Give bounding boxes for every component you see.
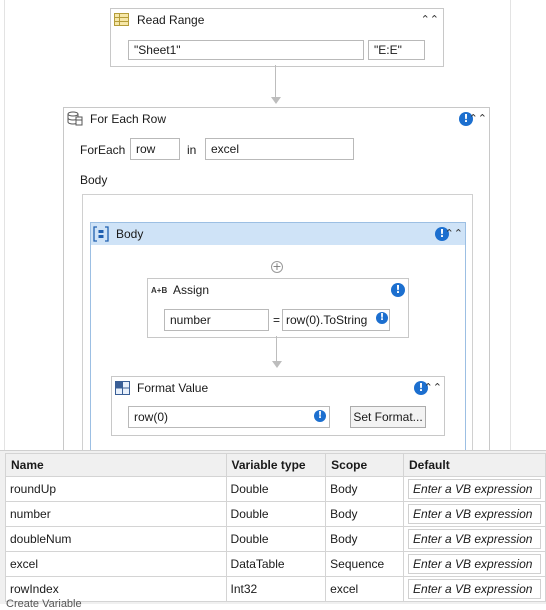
foreach-item-input[interactable]: row bbox=[130, 138, 180, 160]
collapse-icon[interactable]: ⌃⌃ bbox=[445, 228, 463, 240]
format-value-title: Format Value bbox=[137, 381, 209, 395]
datatable-icon bbox=[67, 111, 83, 126]
variable-type-cell[interactable]: DataTable bbox=[225, 551, 327, 577]
body-sequence-header[interactable]: Body ! ⌃⌃ bbox=[91, 223, 465, 245]
table-row[interactable]: excel DataTable Sequence Enter a VB expr… bbox=[5, 551, 546, 577]
format-value-activity[interactable]: Format Value ! ⌃⌃ row(0) ! Set Format... bbox=[111, 376, 445, 436]
connector-arrow bbox=[271, 97, 281, 104]
assign-header[interactable]: A+B Assign ! bbox=[148, 279, 408, 301]
default-expression-input[interactable]: Enter a VB expression bbox=[408, 579, 541, 599]
default-expression-input[interactable]: Enter a VB expression bbox=[408, 479, 541, 499]
variable-scope-cell[interactable]: excel bbox=[325, 576, 405, 602]
variable-default-cell[interactable]: Enter a VB expression bbox=[403, 576, 546, 602]
column-header-name[interactable]: Name bbox=[5, 453, 227, 477]
body-sequence-activity[interactable]: Body ! ⌃⌃ + A+B Assign ! number = row(0)… bbox=[90, 222, 466, 450]
collapse-icon[interactable]: ⌃⌃ bbox=[469, 113, 487, 125]
workflow-designer-canvas: Read Range ⌃⌃ "Sheet1" "E:E" For Each Ro… bbox=[0, 0, 546, 450]
connector-arrow bbox=[272, 361, 282, 368]
variable-scope-cell[interactable]: Body bbox=[325, 476, 405, 502]
sheet-name-input[interactable]: "Sheet1" bbox=[128, 40, 364, 60]
set-format-button[interactable]: Set Format... bbox=[350, 406, 426, 428]
foreach-collection-input[interactable]: excel bbox=[205, 138, 354, 160]
default-expression-input[interactable]: Enter a VB expression bbox=[408, 504, 541, 524]
variables-header-row: Name Variable type Scope Default bbox=[5, 453, 546, 477]
variable-type-cell[interactable]: Double bbox=[225, 501, 327, 527]
variable-default-cell[interactable]: Enter a VB expression bbox=[403, 526, 546, 552]
variable-default-cell[interactable]: Enter a VB expression bbox=[403, 476, 546, 502]
add-activity-icon[interactable]: + bbox=[271, 261, 283, 273]
in-label: in bbox=[187, 143, 197, 157]
default-expression-input[interactable]: Enter a VB expression bbox=[408, 554, 541, 574]
collapse-icon[interactable]: ⌃⌃ bbox=[421, 14, 439, 26]
variables-panel: Name Variable type Scope Default roundUp… bbox=[0, 450, 546, 604]
variable-default-cell[interactable]: Enter a VB expression bbox=[403, 551, 546, 577]
sequence-connector bbox=[276, 336, 277, 361]
variables-table: Name Variable type Scope Default roundUp… bbox=[5, 453, 546, 602]
create-variable-link[interactable]: Create Variable bbox=[6, 598, 82, 610]
column-header-scope[interactable]: Scope bbox=[325, 453, 405, 477]
column-header-default[interactable]: Default bbox=[403, 453, 546, 477]
format-value-input[interactable]: row(0) bbox=[128, 406, 330, 428]
format-icon bbox=[115, 381, 130, 395]
assign-activity[interactable]: A+B Assign ! number = row(0).ToString ! bbox=[147, 278, 409, 338]
for-each-row-title: For Each Row bbox=[90, 112, 167, 126]
warning-icon[interactable]: ! bbox=[391, 283, 405, 297]
sequence-connector bbox=[275, 65, 276, 97]
assign-icon: A+B bbox=[151, 286, 168, 295]
canvas-guide-line bbox=[510, 0, 511, 450]
variable-scope-cell[interactable]: Sequence bbox=[325, 551, 405, 577]
for-each-row-activity[interactable]: For Each Row ! ⌃⌃ ForEach row in excel B… bbox=[63, 107, 490, 450]
variable-default-cell[interactable]: Enter a VB expression bbox=[403, 501, 546, 527]
assign-title: Assign bbox=[173, 283, 210, 297]
assign-to-input[interactable]: number bbox=[164, 309, 269, 331]
for-each-row-header[interactable]: For Each Row ! ⌃⌃ bbox=[64, 108, 489, 130]
variable-scope-cell[interactable]: Body bbox=[325, 526, 405, 552]
variable-scope-cell[interactable]: Body bbox=[325, 501, 405, 527]
assign-value-warning-icon[interactable]: ! bbox=[376, 312, 388, 324]
variable-name-cell[interactable]: excel bbox=[5, 551, 227, 577]
body-label: Body bbox=[80, 173, 108, 187]
format-value-header[interactable]: Format Value ! ⌃⌃ bbox=[112, 377, 444, 399]
table-row[interactable]: rowIndex Int32 excel Enter a VB expressi… bbox=[5, 576, 546, 602]
foreach-label: ForEach bbox=[80, 143, 126, 157]
variable-name-cell[interactable]: roundUp bbox=[5, 476, 227, 502]
table-row[interactable]: number Double Body Enter a VB expression bbox=[5, 501, 546, 527]
collapse-icon[interactable]: ⌃⌃ bbox=[424, 382, 442, 394]
variable-type-cell[interactable]: Double bbox=[225, 476, 327, 502]
variable-name-cell[interactable]: number bbox=[5, 501, 227, 527]
format-value-warning-icon[interactable]: ! bbox=[314, 410, 326, 422]
table-row[interactable]: roundUp Double Body Enter a VB expressio… bbox=[5, 476, 546, 502]
variable-type-cell[interactable]: Int32 bbox=[225, 576, 327, 602]
assign-equals-label: = bbox=[273, 313, 281, 327]
canvas-guide-line bbox=[4, 0, 5, 450]
spreadsheet-icon bbox=[114, 13, 129, 26]
read-range-header[interactable]: Read Range ⌃⌃ bbox=[111, 9, 443, 31]
body-container: Body ! ⌃⌃ + A+B Assign ! number = row(0)… bbox=[82, 194, 473, 450]
read-range-title: Read Range bbox=[137, 13, 205, 27]
body-sequence-title: Body bbox=[116, 227, 144, 241]
variable-type-cell[interactable]: Double bbox=[225, 526, 327, 552]
default-expression-input[interactable]: Enter a VB expression bbox=[408, 529, 541, 549]
sequence-icon bbox=[93, 226, 109, 242]
range-input[interactable]: "E:E" bbox=[368, 40, 425, 60]
variable-name-cell[interactable]: doubleNum bbox=[5, 526, 227, 552]
read-range-activity[interactable]: Read Range ⌃⌃ "Sheet1" "E:E" bbox=[110, 8, 444, 67]
table-row[interactable]: doubleNum Double Body Enter a VB express… bbox=[5, 526, 546, 552]
column-header-type[interactable]: Variable type bbox=[225, 453, 327, 477]
assign-value-input[interactable]: row(0).ToString bbox=[282, 309, 390, 331]
